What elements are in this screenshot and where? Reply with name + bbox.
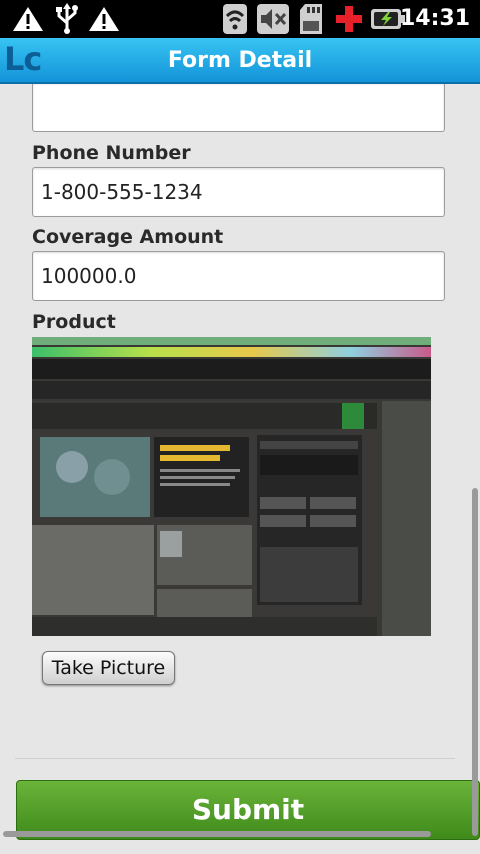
previous-text-field[interactable] [32, 84, 445, 132]
product-photo [32, 337, 431, 636]
form-scroll-area[interactable]: Phone Number 1-800-555-1234 Coverage Amo… [0, 84, 480, 854]
red-cross-icon [334, 0, 364, 38]
product-label: Product [32, 311, 116, 333]
mute-icon [256, 0, 290, 38]
sd-card-icon [296, 0, 326, 38]
coverage-amount-label: Coverage Amount [32, 226, 224, 248]
page-title: Form Detail [167, 48, 313, 73]
phone-number-field[interactable]: 1-800-555-1234 [32, 167, 445, 217]
usb-icon [50, 0, 84, 38]
title-bar: Lc Form Detail [0, 38, 480, 84]
warning-icon [10, 0, 46, 38]
horizontal-scrollbar[interactable] [3, 831, 431, 837]
coverage-amount-field[interactable]: 100000.0 [32, 251, 445, 301]
phone-number-label: Phone Number [32, 142, 191, 164]
wifi-icon [220, 0, 250, 38]
status-bar: 14:31 [0, 0, 480, 38]
take-picture-button[interactable]: Take Picture [42, 651, 175, 685]
status-time: 14:31 [399, 6, 470, 31]
divider [15, 758, 455, 759]
vertical-scrollbar[interactable] [472, 488, 478, 836]
warning-icon [86, 0, 122, 38]
